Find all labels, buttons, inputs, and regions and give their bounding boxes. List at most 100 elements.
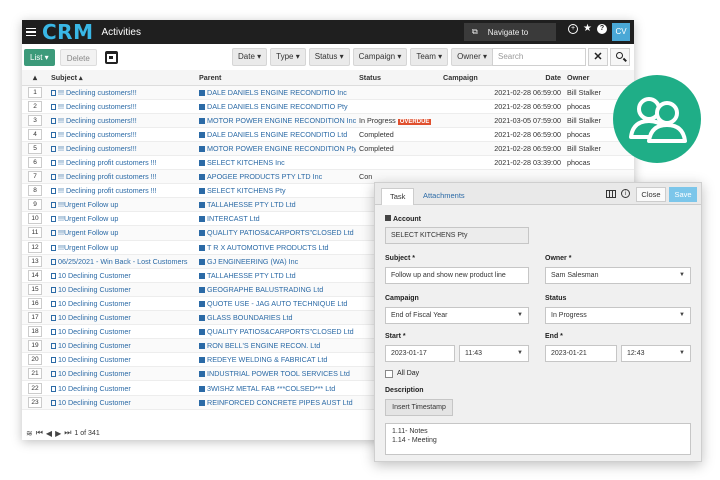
end-time-select[interactable]: 12:43 ▼ (621, 345, 691, 362)
row-number[interactable]: 2 (22, 99, 48, 114)
parent-cell[interactable]: DALE DANIELS ENGINE RECONDITIO Pty (196, 99, 356, 114)
insert-timestamp-button[interactable]: Insert Timestamp (385, 399, 453, 416)
row-number[interactable]: 21 (22, 366, 48, 382)
subject-cell[interactable]: 10 Declining Customer (48, 324, 196, 340)
subject-cell[interactable]: !!!Urgent Follow up (48, 197, 196, 213)
row-number[interactable]: 8 (22, 183, 48, 199)
plus-icon[interactable]: + (568, 24, 578, 34)
prev-page-icon[interactable]: ◀ (46, 429, 52, 438)
col-campaign[interactable]: Campaign (440, 70, 486, 86)
parent-cell[interactable]: RON BELL'S ENGINE RECON. Ltd (196, 338, 356, 354)
row-number[interactable]: 7 (22, 169, 48, 185)
subject-cell[interactable]: 10 Declining Customer (48, 296, 196, 312)
layers-icon[interactable]: ≋ (26, 429, 33, 438)
table-row[interactable]: 1 !!! Declining customers!!! DALE DANIELS … (22, 85, 634, 100)
parent-cell[interactable]: QUOTE USE - JAG AUTO TECHNIQUE Ltd (196, 296, 356, 312)
filter-owner[interactable]: Owner ▾ (451, 48, 493, 66)
subject-cell[interactable]: 10 Declining Customer (48, 268, 196, 283)
subject-field[interactable]: Follow up and show new product line (385, 267, 529, 284)
parent-cell[interactable]: DALE DANIELS ENGINE RECONDITIO Ltd (196, 127, 356, 142)
parent-cell[interactable]: QUALITY PATIOS&CARPORTS"CLOSED Ltd (196, 324, 356, 340)
subject-cell[interactable]: 10 Declining Customer (48, 338, 196, 354)
row-number[interactable]: 22 (22, 380, 48, 396)
subject-cell[interactable]: 10 Declining Customer (48, 310, 196, 326)
subject-cell[interactable]: !!! Declining customers!!! (48, 141, 196, 156)
row-number[interactable]: 5 (22, 141, 48, 156)
first-page-icon[interactable]: ⏮ (36, 428, 43, 438)
row-number[interactable]: 4 (22, 127, 48, 142)
last-page-icon[interactable]: ⏭ (64, 428, 71, 438)
table-row[interactable]: 3 !!! Declining customers!!! MOTOR POWER E… (22, 113, 634, 128)
col-parent[interactable]: Parent (196, 70, 356, 86)
parent-cell[interactable]: QUALITY PATIOS&CARPORTS"CLOSED Ltd (196, 225, 356, 241)
row-number[interactable]: 15 (22, 282, 48, 297)
row-number[interactable]: 19 (22, 338, 48, 354)
table-row[interactable]: 5 !!! Declining customers!!! MOTOR POWER E… (22, 141, 634, 156)
clear-search-button[interactable]: ✕ (588, 48, 608, 66)
col-date[interactable]: Date (486, 70, 564, 86)
col-status[interactable]: Status (356, 70, 440, 86)
select-all-header[interactable]: ▴ (22, 70, 48, 86)
row-number[interactable]: 10 (22, 211, 48, 227)
start-date-field[interactable]: 2023-01-17 (385, 345, 455, 362)
table-row[interactable]: 6 !!! Declining profit customers !!! SELEC… (22, 155, 634, 171)
search-button[interactable] (610, 48, 630, 66)
parent-cell[interactable]: 3WISHZ METAL FAB ***COLSED*** Ltd (196, 380, 356, 396)
menu-icon[interactable] (26, 27, 36, 37)
filter-campaign[interactable]: Campaign ▾ (352, 48, 408, 66)
row-number[interactable]: 18 (22, 324, 48, 340)
parent-cell[interactable]: GJ ENGINEERING (WA) Inc (196, 254, 356, 269)
campaign-select[interactable]: End of Fiscal Year ▼ (385, 307, 529, 324)
status-select[interactable]: In Progress ▼ (545, 307, 691, 324)
parent-cell[interactable]: TALLAHESSE PTY LTD Ltd (196, 197, 356, 213)
subject-cell[interactable]: 06/25/2021 - Win Back - Lost Customers (48, 254, 196, 269)
subject-cell[interactable]: 10 Declining Customer (48, 282, 196, 297)
subject-cell[interactable]: !!! Declining customers!!! (48, 99, 196, 114)
row-number[interactable]: 6 (22, 155, 48, 171)
row-number[interactable]: 1 (22, 85, 48, 100)
row-number[interactable]: 13 (22, 254, 48, 269)
subject-cell[interactable]: 10 Declining Customer (48, 366, 196, 382)
end-date-field[interactable]: 2023-01-21 (545, 345, 617, 362)
subject-cell[interactable]: !!!Urgent Follow up (48, 225, 196, 241)
list-view-button[interactable]: List ▾ (24, 48, 55, 66)
parent-cell[interactable]: MOTOR POWER ENGINE RECONDITION Pty (196, 141, 356, 156)
table-row[interactable]: 4 !!! Declining customers!!! DALE DANIELS … (22, 127, 634, 142)
close-button[interactable]: Close (636, 187, 666, 202)
info-icon[interactable]: i (621, 189, 630, 198)
row-number[interactable]: 23 (22, 395, 48, 410)
table-row[interactable]: 2 !!! Declining customers!!! DALE DANIELS … (22, 99, 634, 114)
navigate-button[interactable]: ⧉ Navigate to (464, 23, 556, 41)
tab-task[interactable]: Task (381, 188, 415, 205)
parent-cell[interactable]: T R X AUTOMOTIVE PRODUCTS Ltd (196, 240, 356, 255)
parent-cell[interactable]: TALLAHESSE PTY LTD Ltd (196, 268, 356, 283)
description-textarea[interactable]: 1.11- Notes 1.14 - Meeting (385, 423, 691, 455)
subject-cell[interactable]: !!! Declining profit customers !!! (48, 183, 196, 199)
parent-cell[interactable]: DALE DANIELS ENGINE RECONDITIO Inc (196, 85, 356, 100)
subject-cell[interactable]: 10 Declining Customer (48, 380, 196, 396)
parent-cell[interactable]: APOGEE PRODUCTS PTY LTD Inc (196, 169, 356, 185)
row-number[interactable]: 12 (22, 240, 48, 255)
col-subject[interactable]: Subject ▴ (48, 70, 196, 86)
help-icon[interactable]: ? (596, 24, 607, 34)
subject-cell[interactable]: !!! Declining customers!!! (48, 127, 196, 142)
subject-cell[interactable]: 10 Declining Customer (48, 395, 196, 410)
calendar-icon[interactable] (104, 50, 118, 64)
avatar[interactable]: CV (612, 23, 630, 41)
owner-select[interactable]: Sam Salesman ▼ (545, 267, 691, 284)
row-number[interactable]: 11 (22, 225, 48, 241)
parent-cell[interactable]: MOTOR POWER ENGINE RECONDITION Inc (196, 113, 356, 128)
subject-cell[interactable]: 10 Declining Customer (48, 352, 196, 368)
row-number[interactable]: 20 (22, 352, 48, 368)
account-field[interactable]: SELECT KITCHENS Pty (385, 227, 529, 244)
row-number[interactable]: 9 (22, 197, 48, 213)
parent-cell[interactable]: INTERCAST Ltd (196, 211, 356, 227)
parent-cell[interactable]: SELECT KITCHENS Inc (196, 155, 356, 171)
parent-cell[interactable]: REDEYE WELDING & FABRICAT Ltd (196, 352, 356, 368)
filter-type[interactable]: Type ▾ (270, 48, 306, 66)
subject-cell[interactable]: !!!Urgent Follow up (48, 240, 196, 255)
row-number[interactable]: 3 (22, 113, 48, 128)
parent-cell[interactable]: GLASS BOUNDARIES Ltd (196, 310, 356, 326)
subject-cell[interactable]: !!! Declining customers!!! (48, 85, 196, 100)
start-time-select[interactable]: 11:43 ▼ (459, 345, 529, 362)
